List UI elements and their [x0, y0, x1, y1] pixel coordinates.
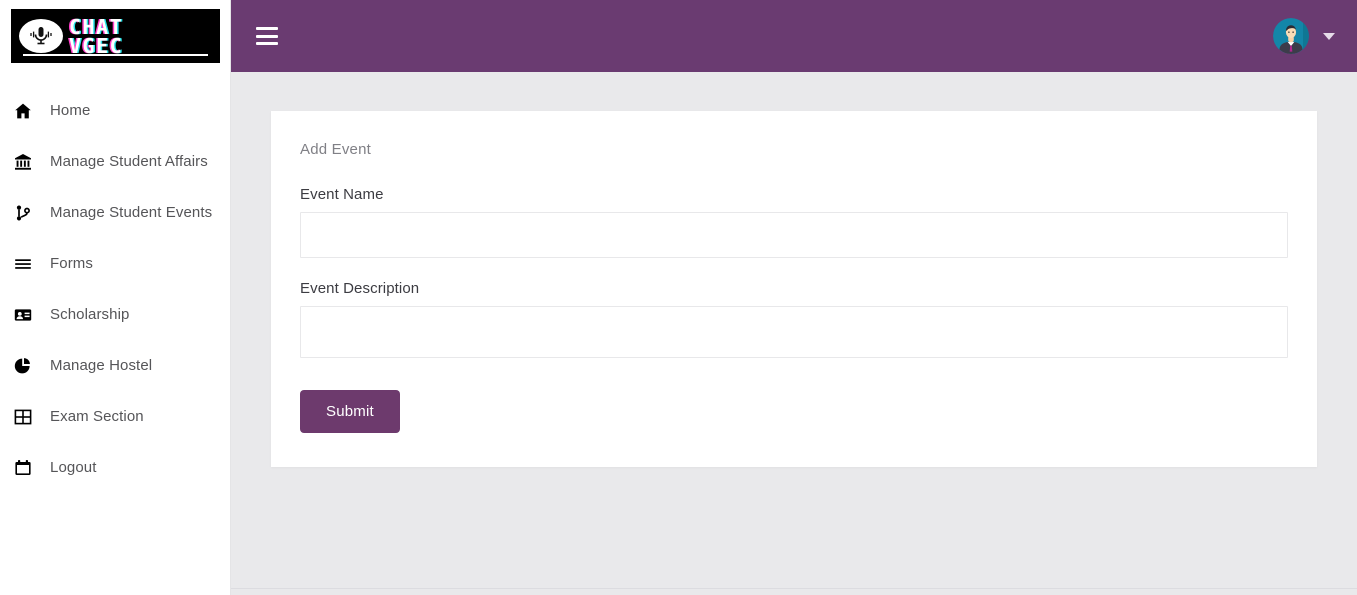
id-card-icon: [14, 306, 40, 324]
brand-logo-line-2: VGEC: [69, 33, 124, 58]
add-event-card: Add Event Event Name Event Description S…: [271, 111, 1317, 467]
hamburger-line: [256, 27, 278, 30]
sidebar-item-exam-section[interactable]: Exam Section: [0, 391, 230, 442]
content-area: Add Event Event Name Event Description S…: [231, 72, 1357, 595]
event-description-field-group: Event Description: [300, 280, 1288, 358]
main-area: Add Event Event Name Event Description S…: [231, 0, 1357, 595]
page-title: Add Event: [300, 141, 372, 158]
sidebar-item-label: Forms: [50, 255, 93, 272]
sidebar-item-manage-student-affairs[interactable]: Manage Student Affairs: [0, 136, 230, 187]
microphone-icon: [19, 19, 63, 53]
sidebar: CHAT VGEC Home Manage Student Affairs Ma…: [0, 0, 231, 595]
bank-icon: [14, 153, 40, 171]
footer-divider: [231, 588, 1357, 589]
grid-table-icon: [14, 408, 40, 426]
event-description-textarea[interactable]: [300, 306, 1288, 358]
list-lines-icon: [14, 255, 40, 273]
brand-logo-text: CHAT VGEC: [69, 17, 124, 58]
event-name-label: Event Name: [300, 186, 384, 203]
sidebar-item-label: Exam Section: [50, 408, 144, 425]
git-branch-icon: [14, 204, 40, 222]
sidebar-item-logout[interactable]: Logout: [0, 442, 230, 493]
chevron-down-icon[interactable]: [1323, 32, 1335, 40]
sidebar-item-label: Manage Student Affairs: [50, 153, 208, 170]
sidebar-item-label: Scholarship: [50, 306, 130, 323]
pie-chart-icon: [14, 357, 40, 375]
sidebar-item-forms[interactable]: Forms: [0, 238, 230, 289]
sidebar-item-manage-hostel[interactable]: Manage Hostel: [0, 340, 230, 391]
sidebar-nav: Home Manage Student Affairs Manage Stude…: [0, 85, 230, 493]
sidebar-item-label: Manage Student Events: [50, 204, 213, 221]
top-header-bar: [231, 0, 1357, 72]
hamburger-line: [256, 42, 278, 45]
home-icon: [14, 102, 40, 120]
sidebar-item-home[interactable]: Home: [0, 85, 230, 136]
sidebar-item-label: Home: [50, 102, 91, 119]
event-name-field-group: Event Name: [300, 186, 1288, 258]
sidebar-item-label: Logout: [50, 459, 97, 476]
event-name-input[interactable]: [300, 212, 1288, 258]
brand-logo-underline: [23, 54, 208, 56]
brand-logo[interactable]: CHAT VGEC: [11, 9, 220, 63]
sidebar-item-scholarship[interactable]: Scholarship: [0, 289, 230, 340]
submit-button[interactable]: Submit: [300, 390, 400, 433]
hamburger-line: [256, 34, 278, 38]
user-avatar[interactable]: [1273, 18, 1309, 54]
user-menu[interactable]: [1273, 18, 1335, 54]
hamburger-menu-icon[interactable]: [256, 27, 278, 45]
event-description-label: Event Description: [300, 280, 420, 297]
sidebar-item-manage-student-events[interactable]: Manage Student Events: [0, 187, 230, 238]
sidebar-item-label: Manage Hostel: [50, 357, 153, 374]
app-root: CHAT VGEC Home Manage Student Affairs Ma…: [0, 0, 1357, 595]
calendar-icon: [14, 459, 40, 477]
